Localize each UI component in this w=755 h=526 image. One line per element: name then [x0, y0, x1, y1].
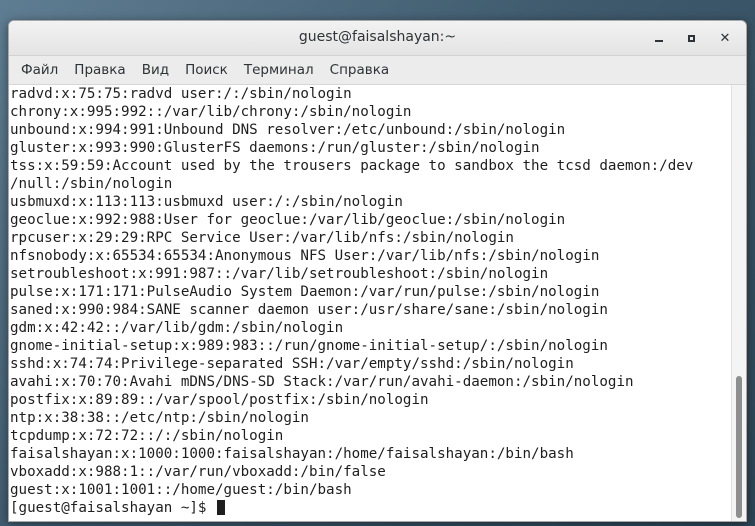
output-line: radvd:x:75:75:radvd user:/:/sbin/nologin: [10, 86, 352, 102]
output-line: setroubleshoot:x:991:987::/var/lib/setro…: [10, 266, 549, 282]
prompt-line[interactable]: [guest@faisalshayan ~]$: [9, 499, 730, 517]
menu-help[interactable]: Справка: [322, 56, 397, 84]
window-title: guest@faisalshayan:~: [298, 29, 457, 45]
output-line: vboxadd:x:988:1::/var/run/vboxadd:/bin/f…: [10, 464, 386, 480]
menu-edit[interactable]: Правка: [66, 56, 133, 84]
close-button[interactable]: ✕: [714, 27, 736, 49]
menu-file[interactable]: Файл: [13, 56, 66, 84]
menu-view[interactable]: Вид: [134, 56, 177, 84]
scrollbar-thumb[interactable]: [736, 376, 742, 518]
terminal-output[interactable]: radvd:x:75:75:radvd user:/:/sbin/nologin…: [9, 85, 730, 521]
menu-terminal[interactable]: Терминал: [236, 56, 322, 84]
output-line: nfsnobody:x:65534:65534:Anonymous NFS Us…: [10, 248, 600, 264]
output-line: chrony:x:995:992::/var/lib/chrony:/sbin/…: [10, 104, 412, 120]
output-line: guest:x:1001:1001::/home/guest:/bin/bash: [10, 482, 352, 498]
output-line: gnome-initial-setup:x:989:983::/run/gnom…: [10, 338, 608, 354]
maximize-icon: [687, 34, 695, 42]
output-line: /null:/sbin/nologin: [10, 176, 173, 192]
output-line: gluster:x:993:990:GlusterFS daemons:/run…: [10, 140, 540, 156]
title-bar[interactable]: guest@faisalshayan:~ ✕: [9, 21, 746, 56]
output-line: tcpdump:x:72:72::/:/sbin/nologin: [10, 428, 284, 444]
scrollbar[interactable]: [731, 85, 746, 521]
output-line: geoclue:x:992:988:User for geoclue:/var/…: [10, 212, 566, 228]
output-line: gdm:x:42:42::/var/lib/gdm:/sbin/nologin: [10, 320, 344, 336]
minimize-icon: [655, 40, 663, 42]
shell-prompt: [guest@faisalshayan ~]$: [10, 500, 215, 516]
output-line: usbmuxd:x:113:113:usbmuxd user:/:/sbin/n…: [10, 194, 403, 210]
output-line: tss:x:59:59:Account used by the trousers…: [10, 158, 694, 174]
menu-search[interactable]: Поиск: [177, 56, 236, 84]
output-line: faisalshayan:x:1000:1000:faisalshayan:/h…: [10, 446, 574, 462]
output-line: avahi:x:70:70:Avahi mDNS/DNS-SD Stack:/v…: [10, 374, 634, 390]
output-line: saned:x:990:984:SANE scanner daemon user…: [10, 302, 608, 318]
menu-bar: Файл Правка Вид Поиск Терминал Справка: [9, 56, 746, 85]
close-icon: ✕: [719, 30, 731, 46]
output-line: unbound:x:994:991:Unbound DNS resolver:/…: [10, 122, 566, 138]
minimize-button[interactable]: [648, 27, 670, 49]
output-line: sshd:x:74:74:Privilege-separated SSH:/va…: [10, 356, 574, 372]
maximize-button[interactable]: [680, 27, 702, 49]
output-line: pulse:x:171:171:PulseAudio System Daemon…: [10, 284, 600, 300]
output-line: ntp:x:38:38::/etc/ntp:/sbin/nologin: [10, 410, 309, 426]
output-line: postfix:x:89:89::/var/spool/postfix:/sbi…: [10, 392, 429, 408]
text-cursor: [217, 500, 225, 515]
terminal-window: guest@faisalshayan:~ ✕ Файл Правка Вид П…: [8, 20, 747, 522]
output-line: rpcuser:x:29:29:RPC Service User:/var/li…: [10, 230, 514, 246]
